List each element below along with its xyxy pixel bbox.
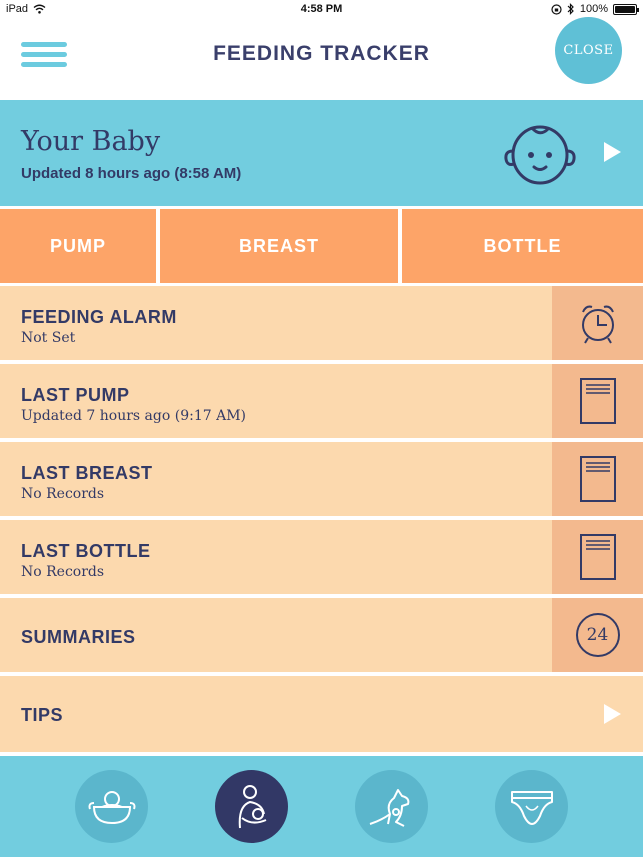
notepad-icon <box>579 534 616 580</box>
row-last-breast[interactable]: LAST BREAST No Records <box>0 442 643 516</box>
row-title: LAST BOTTLE <box>21 541 151 561</box>
row-icon-cell <box>552 364 643 438</box>
close-button[interactable]: CLOSE <box>555 17 622 84</box>
row-feeding-alarm[interactable]: FEEDING ALARM Not Set <box>0 286 643 360</box>
row-icon-cell <box>552 286 643 360</box>
tab-pump[interactable]: PUMP <box>0 209 156 283</box>
alarm-clock-icon <box>581 305 614 344</box>
sleep-tab[interactable] <box>75 770 148 843</box>
feeding-type-tabs: PUMP BREAST BOTTLE <box>0 206 643 286</box>
tab-bottle[interactable]: BOTTLE <box>402 209 643 283</box>
row-title: LAST PUMP <box>21 385 130 405</box>
status-right: 100% <box>551 3 639 15</box>
baby-face-icon <box>504 125 576 185</box>
bottom-nav <box>0 756 643 857</box>
status-bar: iPad 4:58 PM 100% <box>0 0 643 20</box>
row-tips[interactable]: TIPS <box>0 676 643 752</box>
row-icon-cell <box>552 520 643 594</box>
row-subtitle: Not Set <box>21 330 76 346</box>
feeding-tab[interactable] <box>215 770 288 843</box>
status-time: 4:58 PM <box>300 3 343 15</box>
row-title: TIPS <box>21 705 64 725</box>
battery-percent: 100% <box>579 3 608 15</box>
battery-icon <box>613 3 639 15</box>
row-subtitle: Updated 7 hours ago (9:17 AM) <box>21 408 246 424</box>
page-title: FEEDING TRACKER <box>213 42 430 65</box>
row-last-bottle[interactable]: LAST BOTTLE No Records <box>0 520 643 594</box>
row-title: FEEDING ALARM <box>21 307 177 327</box>
kangaroo-tab[interactable] <box>355 770 428 843</box>
baby-profile-banner[interactable]: Your Baby Updated 8 hours ago (8:58 AM) <box>0 100 643 206</box>
row-last-pump[interactable]: LAST PUMP Updated 7 hours ago (9:17 AM) <box>0 364 643 438</box>
notepad-icon <box>579 456 616 502</box>
kangaroo-icon <box>369 788 409 827</box>
rotation-lock-icon <box>551 3 562 15</box>
bluetooth-icon <box>567 3 574 15</box>
notepad-icon <box>579 378 616 424</box>
row-icon-cell: 24 <box>552 598 643 672</box>
sleeping-baby-icon <box>88 790 135 824</box>
row-subtitle: No Records <box>21 486 105 502</box>
baby-updated-text: Updated 8 hours ago (8:58 AM) <box>21 165 242 182</box>
chevron-right-icon <box>604 704 621 724</box>
row-summaries[interactable]: SUMMARIES 24 <box>0 598 643 672</box>
chevron-right-icon <box>604 142 621 162</box>
header: FEEDING TRACKER CLOSE <box>0 17 643 100</box>
row-subtitle: No Records <box>21 564 105 580</box>
summaries-badge: 24 <box>586 625 609 645</box>
diaper-tab[interactable] <box>495 770 568 843</box>
row-title: SUMMARIES <box>21 627 136 647</box>
baby-name: Your Baby <box>21 126 161 157</box>
row-title: LAST BREAST <box>21 463 153 483</box>
diaper-icon <box>510 790 553 825</box>
summaries-24h-icon: 24 <box>575 613 620 657</box>
row-icon-cell <box>552 442 643 516</box>
tab-breast[interactable]: BREAST <box>160 209 398 283</box>
nursing-mother-icon <box>238 784 266 828</box>
